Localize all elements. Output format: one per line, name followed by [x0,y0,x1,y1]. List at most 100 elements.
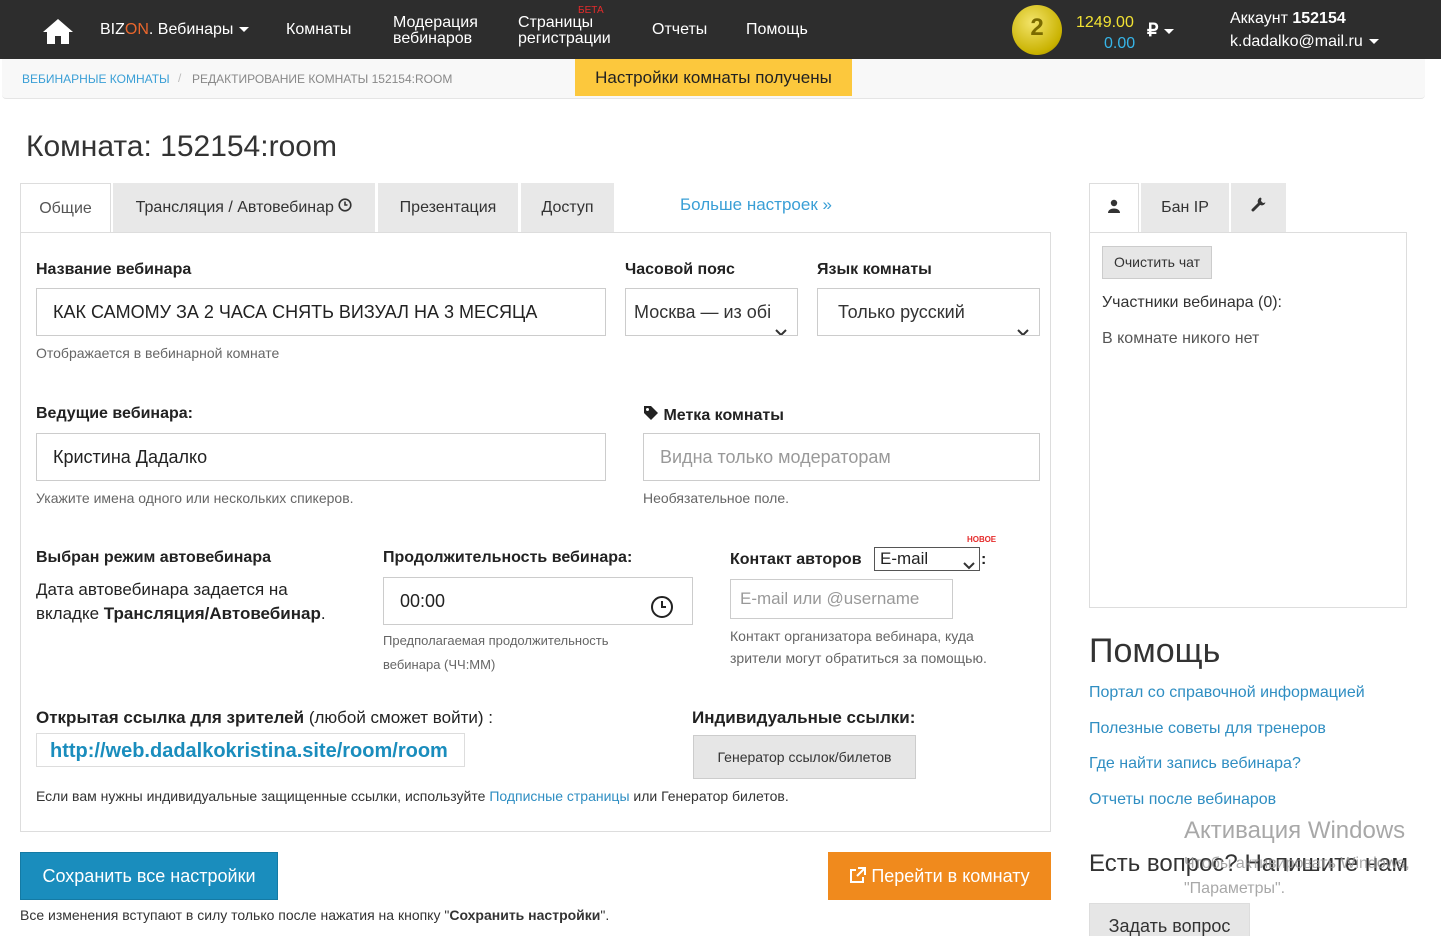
links-note-1: Если вам нужны индивидуальные защищенные… [36,788,486,804]
external-link-icon [849,854,867,902]
open-link-field[interactable]: http://web.dadalkokristina.site/room/roo… [36,733,465,767]
breadcrumb-current: Редактирование комнаты 152154:room [192,72,453,86]
contact-type-value: E-mail [880,549,929,568]
language-select[interactable]: Только русский [817,288,1040,336]
top-navbar: BIZON. Вебинары Комнаты Модерация вебина… [0,0,1441,59]
nav-reports[interactable]: Отчеты [652,22,707,38]
open-link-label: Открытая ссылка для зрителей (любой смож… [36,708,493,728]
links-note: Если вам нужны индивидуальные защищенные… [36,788,789,804]
contact-input[interactable]: E-mail или @username [730,579,953,619]
room-tag-help: Необязательное поле. [643,490,790,506]
brand-suffix: . Вебинары [148,21,234,38]
brand-prefix: BIZ [100,21,125,38]
participants-panel [1089,232,1407,608]
home-icon[interactable] [42,17,74,50]
currency-symbol: ₽ [1147,20,1159,40]
webinar-name-label: Название вебинара [36,261,192,278]
subscription-pages-link[interactable]: Подписные страницы [489,788,629,804]
duration-input[interactable]: 00:00 [383,577,693,625]
room-tag-label: Метка комнаты [643,405,784,426]
room-tag-input[interactable]: Видна только модераторам [643,433,1040,481]
go-to-room-label: Перейти в комнату [871,866,1030,886]
nav-help[interactable]: Помощь [746,22,808,38]
new-badge: НОВОЕ [967,535,997,544]
contact-type-select[interactable]: E-mail [874,547,980,571]
save-note-prefix: Все изменения вступают в силу только пос… [20,907,450,923]
save-all-button[interactable]: Сохранить все настройки [20,852,278,900]
timezone-select[interactable]: Москва — из обі [625,288,798,336]
account-label-text: Аккаунт [1230,10,1288,27]
hosts-label: Ведущие вебинара: [36,405,193,422]
autowebinar-mode-title: Выбран режим автовебинара [36,549,271,566]
tab-ban-ip[interactable]: Бан IP [1141,183,1229,233]
currency-menu[interactable]: ₽ [1147,20,1175,41]
help-link-tips[interactable]: Полезные советы для тренеров [1089,720,1326,738]
hosts-input[interactable]: Кристина Дадалко [36,433,606,481]
language-value: Только русский [838,302,965,322]
nav-moderation[interactable]: Модерация вебинаров [393,15,478,47]
save-note: Все изменения вступают в силу только пос… [20,907,609,923]
wrench-icon [1251,183,1267,233]
contact-help-2: зрители могут обратиться за помощью. [730,650,987,666]
account-email: k.dadalko@mail.ru [1230,33,1363,50]
clear-chat-button[interactable]: Очистить чат [1102,246,1212,279]
help-link-reports[interactable]: Отчеты после вебинаров [1089,791,1276,809]
go-to-room-button[interactable]: Перейти в комнату [828,852,1051,900]
tab-broadcast-label: Трансляция / Автовебинар [135,199,334,216]
notification-toast: Настройки комнаты получены [575,59,852,96]
page-title: Комната: 152154:room [26,130,337,163]
chevron-down-icon [963,554,975,576]
mode-text-end: . [320,604,326,623]
ask-question-button[interactable]: Задать вопрос [1089,903,1250,936]
chevron-down-icon [1368,39,1379,45]
webinar-name-input[interactable]: КАК САМОМУ ЗА 2 ЧАСА СНЯТЬ ВИЗУАЛ НА 3 М… [36,288,606,336]
open-link-note: (любой сможет войти) : [308,708,493,727]
breadcrumb-rooms-link[interactable]: Вебинарные комнаты [22,72,170,86]
duration-label: Продолжительность вебинара: [383,549,633,566]
balance-main: 1249.00 [1076,14,1134,31]
empty-room-text: В комнате никого нет [1102,330,1260,347]
watermark-line2: "Параметры". [1184,880,1286,897]
level-coin-icon[interactable]: 2 [1012,5,1062,55]
chevron-down-icon [775,308,787,335]
open-link-label-text: Открытая ссылка для зрителей [36,708,305,727]
nav-rooms[interactable]: Комнаты [286,22,351,38]
autowebinar-mode-text: Дата автовебинара задается на вкладке Тр… [36,578,356,626]
individual-links-label: Индивидуальные ссылки: [692,708,916,727]
duration-help-2: вебинара (ЧЧ:ММ) [383,657,496,672]
help-link-recording[interactable]: Где найти запись вебинара? [1089,755,1301,773]
tab-general[interactable]: Общие [20,183,111,232]
hosts-help: Укажите имена одного или нескольких спик… [36,490,354,506]
webinar-name-help: Отображается в вебинарной комнате [36,345,280,361]
contact-help-1: Контакт организатора вебинара, куда [730,628,974,644]
room-tag-label-text: Метка комнаты [663,407,784,424]
duration-help: Предполагаемая продолжительность вебинар… [383,629,609,677]
tag-icon [643,405,659,426]
link-generator-button[interactable]: Генератор ссылок/билетов [693,735,916,779]
brand-webinars-menu[interactable]: BIZON. Вебинары [100,21,250,38]
more-settings-link[interactable]: Больше настроек » [680,195,832,215]
timezone-value: Москва — из обі [634,302,772,322]
help-link-portal[interactable]: Портал со справочной информацией [1089,684,1365,702]
nav-registration-pages[interactable]: Страницы регистрации [518,15,611,47]
tab-participants[interactable] [1089,183,1139,233]
nav-pages-line2: регистрации [518,30,611,47]
chevron-down-icon [1017,308,1029,335]
contact-help: Контакт организатора вебинара, куда зрит… [730,625,987,669]
account-menu[interactable]: k.dadalko@mail.ru [1230,33,1379,51]
tab-tools[interactable] [1231,183,1286,233]
timezone-label: Часовой пояс [625,261,735,278]
mode-text-2: вкладке [36,604,100,623]
tab-access[interactable]: Доступ [521,183,614,232]
language-label: Язык комнаты [817,261,932,278]
contact-colon: : [981,551,987,568]
account-label: Аккаунт 152154 [1230,10,1346,28]
account-id: 152154 [1292,10,1346,27]
tab-presentation[interactable]: Презентация [378,183,518,232]
mode-text-1: Дата автовебинара задается на [36,580,288,599]
watermark-line1: Чтобы активировать Windows, [1184,855,1410,872]
nav-pages-line1: Страницы [518,14,594,31]
tab-broadcast[interactable]: Трансляция / Автовебинар [113,183,375,232]
nav-moderation-line1: Модерация [393,14,478,31]
clock-icon [338,183,352,232]
